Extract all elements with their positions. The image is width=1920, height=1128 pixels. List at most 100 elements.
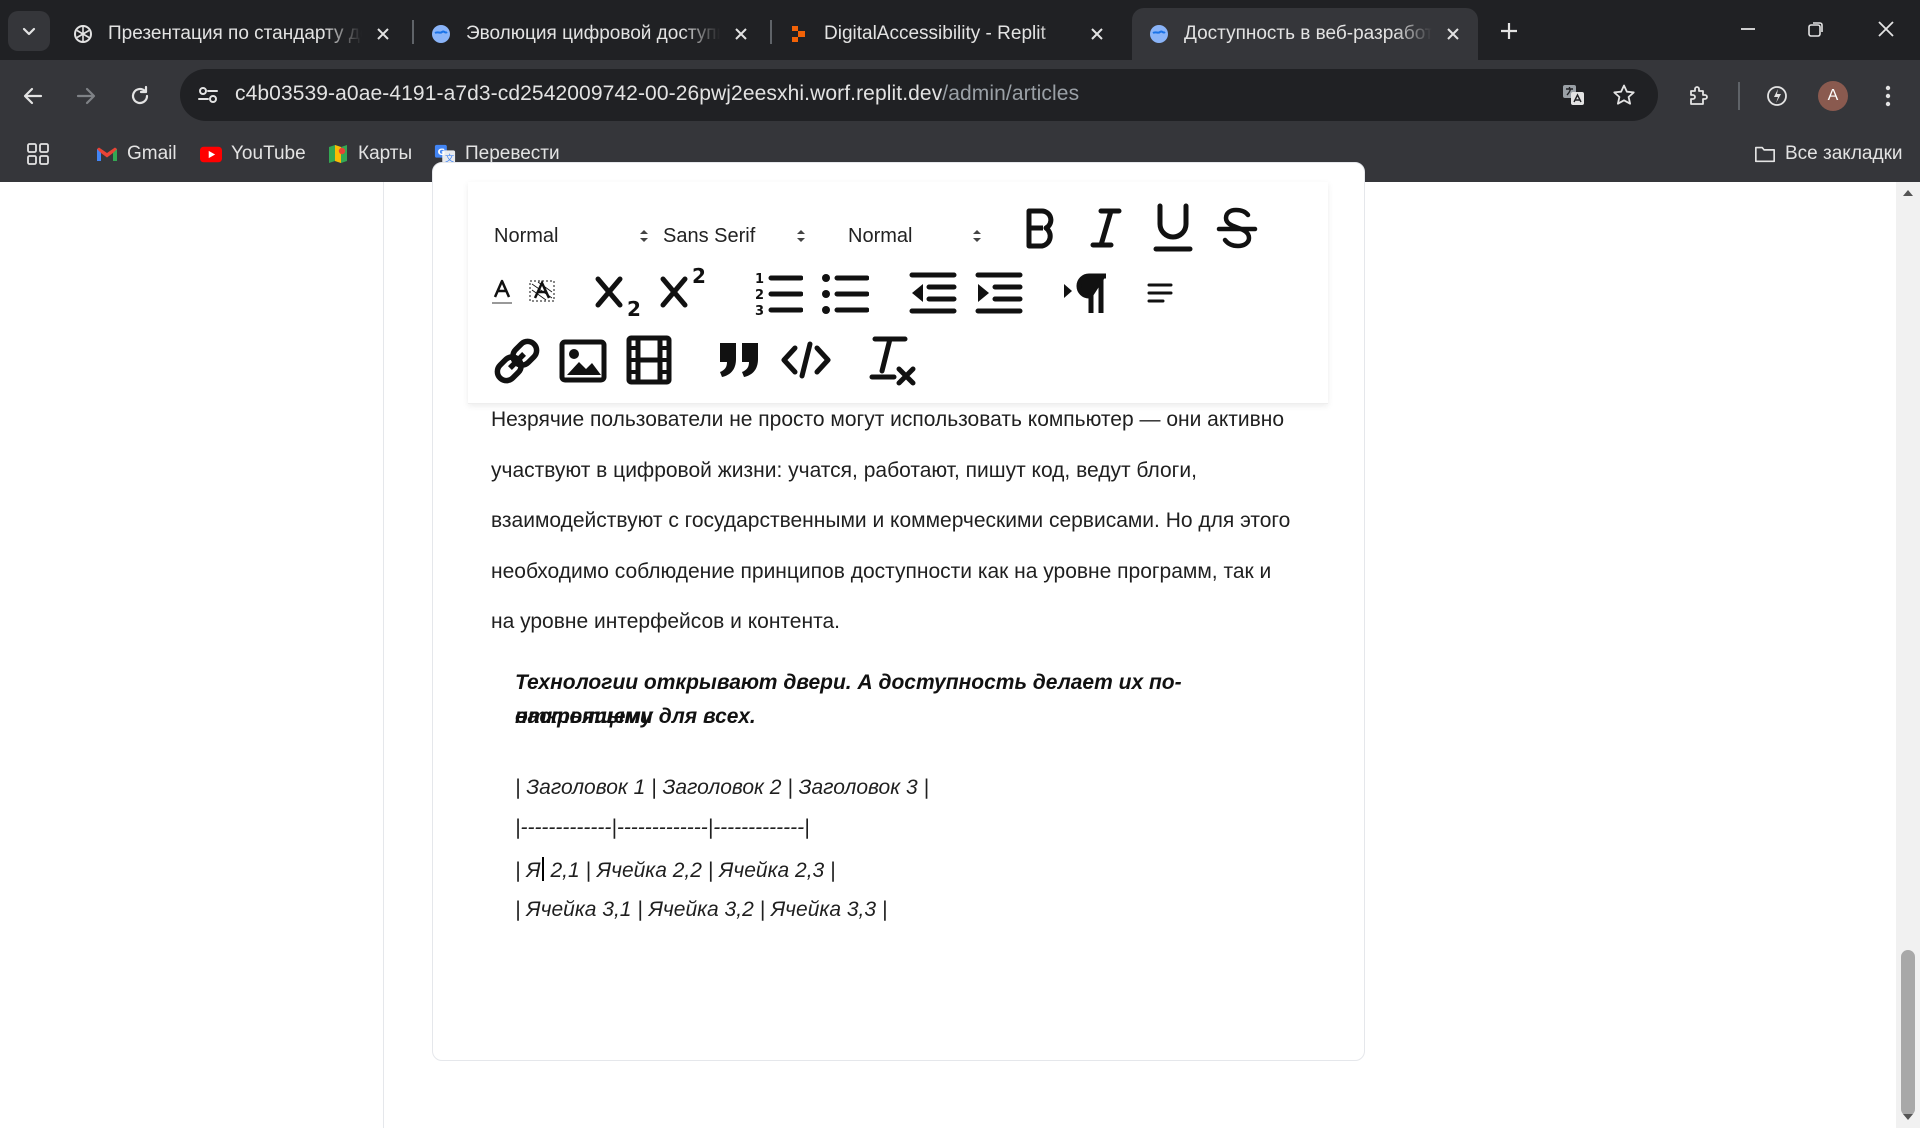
ordered-list-icon: 123 (755, 272, 803, 317)
strike-button[interactable] (1215, 204, 1259, 252)
bold-icon (1026, 208, 1054, 249)
superscript-button[interactable]: 2 (658, 264, 710, 312)
bold-button[interactable] (1020, 204, 1062, 252)
clean-format-button[interactable] (868, 332, 918, 388)
paragraph-line: участвуют в цифровой жизни: учатся, рабо… (491, 458, 1197, 482)
back-button[interactable] (13, 76, 53, 116)
url-text[interactable]: c4b03539-a0ae-4191-a7d3-cd2542009742-00-… (235, 82, 1079, 106)
size-picker-label: Normal (848, 224, 913, 247)
text-direction-button[interactable] (1062, 268, 1110, 318)
indent-button[interactable] (974, 268, 1024, 318)
apps-grid-icon (27, 143, 49, 165)
underline-button[interactable] (1151, 200, 1195, 256)
text-color-button[interactable] (488, 276, 516, 308)
svg-text:2: 2 (755, 288, 764, 303)
tab-presentation[interactable]: Презентация по стандарту до (56, 8, 408, 60)
close-window-button[interactable] (1852, 0, 1920, 58)
translate-page-icon[interactable] (1560, 81, 1588, 109)
strikethrough-icon (1216, 207, 1258, 249)
subscript-button[interactable]: 2 (593, 270, 645, 318)
bookmark-star-icon[interactable] (1610, 81, 1638, 109)
font-picker-label: Sans Serif (663, 224, 756, 247)
performance-button[interactable] (1757, 76, 1797, 116)
text-direction-icon (1064, 273, 1106, 313)
replit-globe-icon (430, 23, 452, 45)
link-icon (494, 338, 540, 384)
tab-title: DigitalAccessibility - Replit (824, 23, 1046, 44)
scroll-down-icon[interactable] (1900, 1110, 1916, 1124)
tab-accessibility-active[interactable]: Доступность в веб-разработк (1132, 8, 1478, 60)
size-picker[interactable]: Normal (848, 220, 988, 252)
align-button[interactable] (1146, 280, 1174, 306)
svg-text:G: G (438, 147, 446, 158)
link-button[interactable] (492, 334, 542, 388)
outdent-icon (909, 272, 957, 314)
bookmark-label: Gmail (127, 143, 177, 164)
minimize-icon (1741, 28, 1755, 30)
header-picker[interactable]: Normal (494, 220, 648, 252)
restore-button[interactable] (1782, 0, 1850, 58)
maps-icon (327, 143, 349, 165)
bookmark-gmail[interactable]: Gmail (96, 138, 177, 170)
bookmark-label: YouTube (231, 143, 306, 164)
blockquote-button[interactable] (714, 336, 764, 384)
highlight-icon (529, 280, 555, 302)
editor-toolbar: Normal Sans Serif Normal 2 2 1 2 3 (468, 182, 1328, 404)
tab-title: Эволюция цифровой доступн (466, 23, 720, 44)
arrow-right-icon (76, 87, 96, 105)
puzzle-icon (1690, 86, 1708, 105)
bullet-list-button[interactable] (820, 268, 870, 318)
bookmark-maps[interactable]: Карты (327, 138, 412, 170)
bookmark-youtube[interactable]: YouTube (200, 138, 306, 170)
extensions-button[interactable] (1679, 76, 1719, 116)
paragraph-line: необходимо соблюдение принципов доступно… (491, 559, 1272, 583)
film-icon (626, 335, 672, 385)
reload-button[interactable] (120, 76, 160, 116)
more-vertical-icon (1885, 85, 1891, 107)
outdent-button[interactable] (908, 268, 958, 318)
tab-search-button[interactable] (8, 11, 50, 51)
tab-title: Доступность в веб-разработк (1184, 23, 1432, 44)
italic-button[interactable] (1085, 204, 1127, 252)
url-host: c4b03539-a0ae-4191-a7d3-cd2542009742-00-… (235, 82, 943, 105)
address-bar[interactable]: c4b03539-a0ae-4191-a7d3-cd2542009742-00-… (180, 69, 1658, 121)
paragraph-line: Незрячие пользователи не просто могут ис… (491, 408, 1285, 431)
clear-formatting-icon (869, 336, 916, 386)
tab-title: Презентация по стандарту до (108, 23, 362, 44)
all-bookmarks-button[interactable]: Все закладки (1754, 138, 1903, 170)
scrollbar-thumb[interactable] (1901, 950, 1915, 1116)
picker-arrows-icon (639, 227, 649, 245)
tab-replit[interactable]: DigitalAccessibility - Replit (772, 8, 1122, 60)
bookmark-label: Карты (358, 143, 413, 164)
forward-button[interactable] (66, 76, 106, 116)
scroll-up-icon[interactable] (1900, 186, 1916, 200)
gmail-icon (96, 143, 118, 165)
paragraph-line: взаимодействуют с государственными и ком… (491, 509, 1291, 532)
site-settings-icon[interactable] (194, 81, 222, 109)
code-block-button[interactable] (780, 338, 832, 382)
text-after-cursor: 2,1 | Ячейка 2,2 | Ячейка 2,3 | (544, 859, 836, 882)
browser-menu-button[interactable] (1868, 76, 1908, 116)
close-icon[interactable] (372, 23, 394, 45)
close-icon (1878, 21, 1894, 37)
close-icon[interactable] (1086, 23, 1108, 45)
background-color-button[interactable] (526, 276, 558, 308)
apps-button[interactable] (26, 138, 50, 170)
toolbar-divider (1738, 82, 1740, 110)
profile-avatar[interactable]: A (1818, 81, 1848, 111)
arrow-left-icon (23, 87, 43, 105)
new-tab-button[interactable] (1492, 14, 1526, 48)
tab-evolution[interactable]: Эволюция цифровой доступн (414, 8, 766, 60)
close-icon[interactable] (730, 23, 752, 45)
minimize-button[interactable] (1714, 0, 1782, 58)
underline-icon (1153, 203, 1193, 252)
font-picker[interactable]: Sans Serif (663, 220, 805, 252)
close-icon[interactable] (1442, 23, 1464, 45)
text-cursor (541, 857, 544, 881)
ordered-list-button[interactable]: 123 (754, 268, 804, 318)
chatgpt-icon (72, 23, 94, 45)
blockquote-line: открытыми для всех. (515, 705, 756, 728)
video-button[interactable] (624, 334, 674, 386)
image-button[interactable] (558, 336, 608, 386)
superscript-icon: 2 (660, 265, 706, 308)
